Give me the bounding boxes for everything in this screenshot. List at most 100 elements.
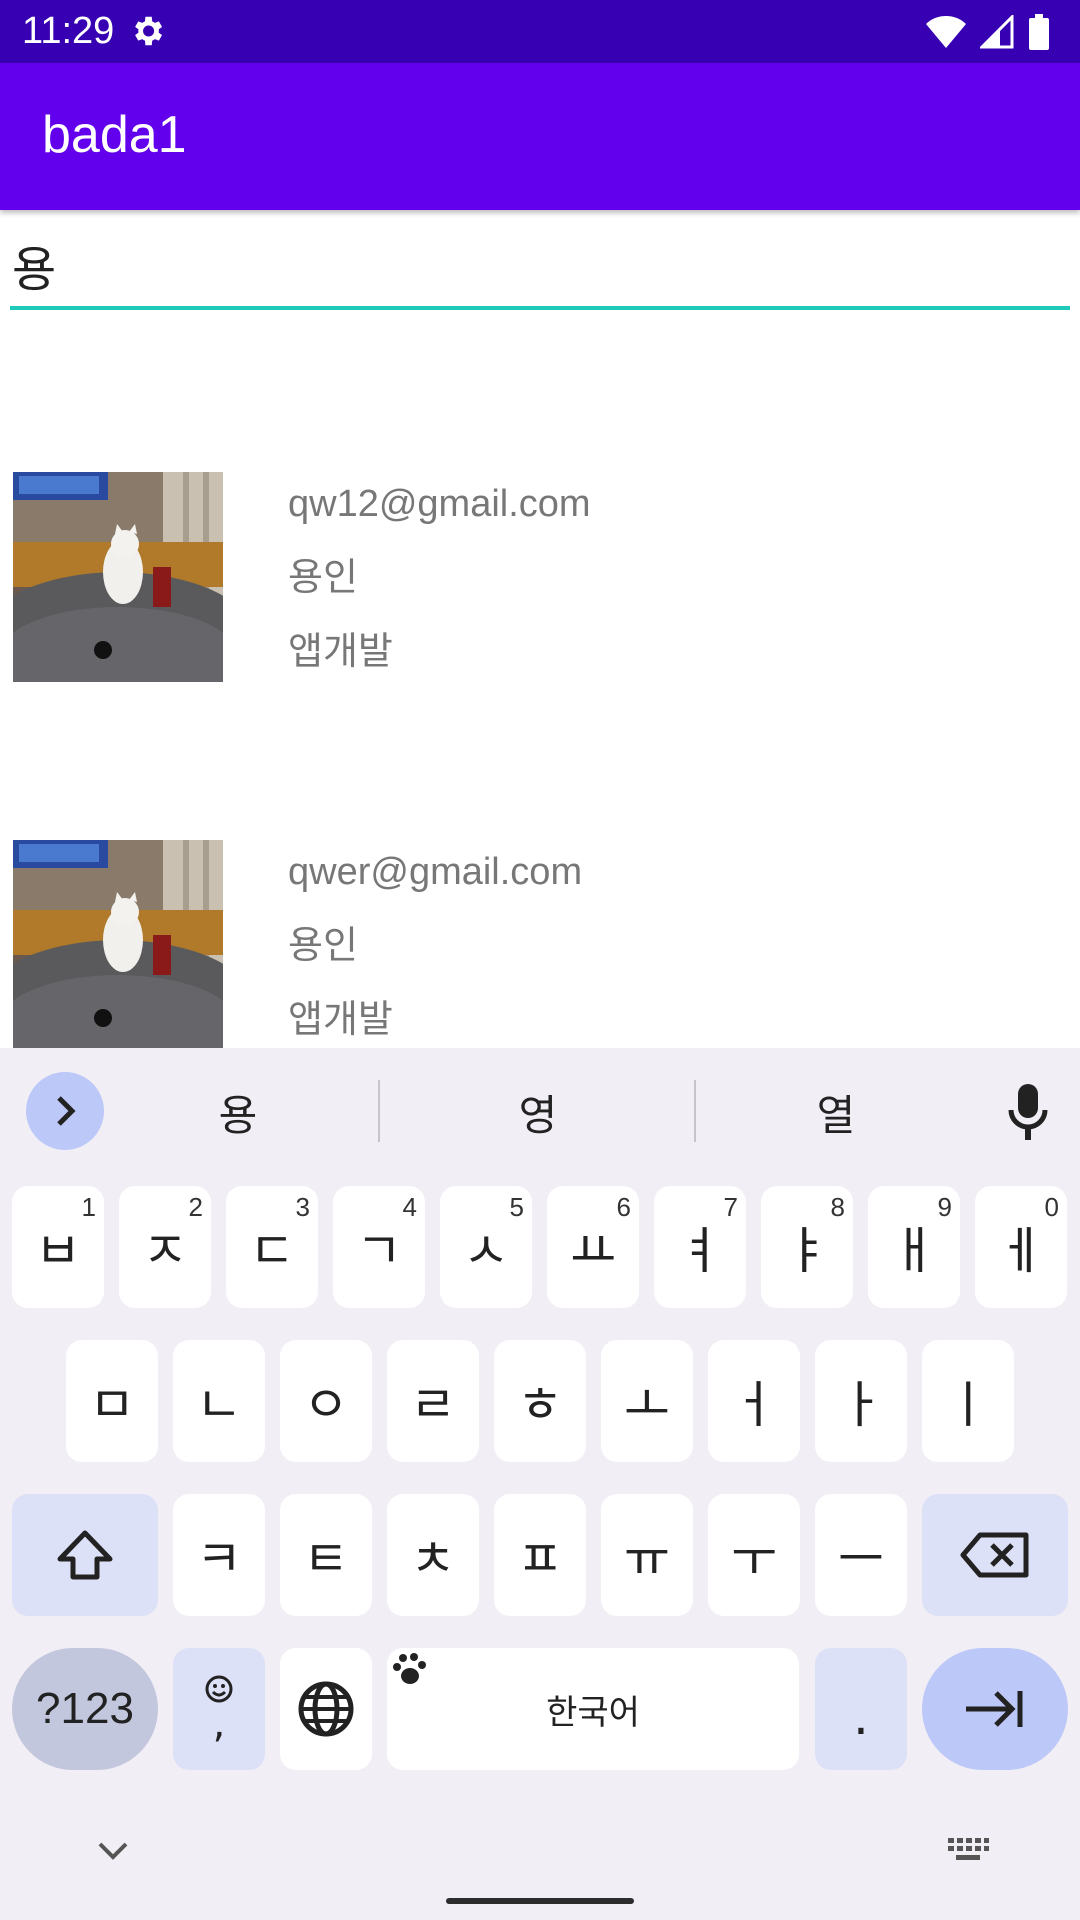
key-label: ㅛ bbox=[570, 1222, 616, 1280]
key[interactable]: ㄱ4 bbox=[333, 1186, 425, 1308]
key-number-hint: 0 bbox=[1044, 1192, 1059, 1222]
key[interactable]: ㅡ bbox=[815, 1494, 907, 1616]
key[interactable]: ㅓ bbox=[708, 1340, 800, 1462]
key-label: ㅐ bbox=[891, 1222, 937, 1280]
key-number-hint: 1 bbox=[81, 1192, 96, 1222]
cellular-signal-icon bbox=[980, 15, 1014, 49]
key[interactable]: ㅅ5 bbox=[440, 1186, 532, 1308]
period-key[interactable]: . bbox=[815, 1648, 907, 1770]
tab-arrow-icon bbox=[966, 1691, 1023, 1727]
list-item[interactable]: qw12@gmail.com 용인 앱개발 bbox=[0, 420, 1080, 720]
key-number-hint: 9 bbox=[937, 1192, 952, 1222]
status-bar: 11:29 bbox=[0, 0, 1080, 63]
hide-keyboard-chevron-icon[interactable] bbox=[96, 1840, 130, 1862]
key-label: ㄷ bbox=[249, 1222, 295, 1280]
key[interactable]: ㅔ0 bbox=[975, 1186, 1067, 1308]
key[interactable]: ㅋ bbox=[173, 1494, 265, 1616]
key-number-hint: 3 bbox=[295, 1192, 310, 1222]
key[interactable]: ㅑ8 bbox=[761, 1186, 853, 1308]
search-field[interactable] bbox=[10, 232, 1072, 310]
key[interactable]: ㅜ bbox=[708, 1494, 800, 1616]
suggestion-divider bbox=[378, 1080, 380, 1142]
keyboard-switch-icon[interactable] bbox=[946, 1836, 990, 1866]
cat-photo-thumbnail bbox=[13, 840, 223, 1048]
list-item[interactable]: qwer@gmail.com 용인 앱개발 bbox=[0, 788, 1080, 1048]
key-label: ㅑ bbox=[784, 1222, 830, 1280]
key[interactable]: ㅗ bbox=[601, 1340, 693, 1462]
key[interactable]: ㅣ bbox=[922, 1340, 1014, 1462]
key-number-hint: 7 bbox=[723, 1192, 738, 1222]
home-indicator[interactable] bbox=[446, 1898, 634, 1904]
key[interactable]: ㄴ bbox=[173, 1340, 265, 1462]
key-label: ㅔ bbox=[998, 1222, 1044, 1280]
key[interactable]: ㅍ bbox=[494, 1494, 586, 1616]
status-time: 11:29 bbox=[22, 10, 115, 52]
language-switch-key[interactable] bbox=[280, 1648, 372, 1770]
item-text: qw12@gmail.com 용인 앱개발 bbox=[288, 478, 591, 700]
item-email: qw12@gmail.com bbox=[288, 483, 591, 525]
key[interactable]: ㄷ3 bbox=[226, 1186, 318, 1308]
app-bar: bada1 bbox=[0, 63, 1080, 210]
suggestion-2[interactable]: 영 bbox=[418, 1082, 658, 1143]
item-email: qwer@gmail.com bbox=[288, 851, 583, 893]
keyboard-bottom-bar bbox=[0, 1820, 1080, 1920]
shift-key[interactable] bbox=[12, 1494, 158, 1616]
microphone-icon[interactable] bbox=[1008, 1084, 1048, 1140]
item-text: qwer@gmail.com 용인 앱개발 bbox=[288, 846, 582, 1048]
paw-icon bbox=[393, 1653, 426, 1684]
key[interactable]: ㅠ bbox=[601, 1494, 693, 1616]
enter-next-key[interactable] bbox=[922, 1648, 1068, 1770]
space-label: 한국어 bbox=[546, 1692, 640, 1733]
key-number-hint: 6 bbox=[616, 1192, 631, 1222]
key-label: ㄱ bbox=[356, 1222, 402, 1280]
comma-label: , bbox=[212, 1701, 226, 1747]
key-label: ㅂ bbox=[35, 1222, 81, 1280]
key[interactable]: ㅇ bbox=[280, 1340, 372, 1462]
status-icons bbox=[926, 12, 1050, 52]
chevron-right-icon bbox=[57, 1096, 76, 1126]
suggestion-bar: 용 영 열 bbox=[0, 1048, 1080, 1170]
item-name: 용인 bbox=[288, 557, 358, 599]
key-number-hint: 8 bbox=[830, 1192, 845, 1222]
key[interactable]: ㄹ bbox=[387, 1340, 479, 1462]
battery-icon bbox=[1029, 14, 1049, 50]
item-job: 앱개발 bbox=[288, 999, 393, 1041]
suggestion-divider bbox=[694, 1080, 696, 1142]
key[interactable]: ㅎ bbox=[494, 1340, 586, 1462]
suggestion-1[interactable]: 용 bbox=[118, 1082, 358, 1143]
wifi-icon bbox=[926, 16, 966, 48]
key-number-hint: 5 bbox=[509, 1192, 524, 1222]
key[interactable]: ㅏ bbox=[815, 1340, 907, 1462]
key[interactable]: ㅌ bbox=[280, 1494, 372, 1616]
key-label: ㅕ bbox=[677, 1222, 723, 1280]
expand-toolbar-button[interactable] bbox=[26, 1072, 104, 1150]
suggestion-3[interactable]: 열 bbox=[716, 1082, 956, 1143]
key-number-hint: 4 bbox=[402, 1192, 417, 1222]
item-name: 용인 bbox=[288, 925, 358, 967]
backspace-key[interactable] bbox=[922, 1494, 1068, 1616]
key[interactable]: ㅂ1 bbox=[12, 1186, 104, 1308]
key[interactable]: ㅊ bbox=[387, 1494, 479, 1616]
backspace-icon bbox=[960, 1532, 1029, 1578]
soft-keyboard: 용 영 열 ㅂ1 ㅈ2 ㄷ3 ㄱ4 ㅅ5 ㅛ6 ㅕ7 ㅑ8 ㅐ9 ㅔ0 ㅁ ㄴ … bbox=[0, 1048, 1080, 1920]
key[interactable]: ㅐ9 bbox=[868, 1186, 960, 1308]
key-number-hint: 2 bbox=[188, 1192, 203, 1222]
key-label: ㅈ bbox=[142, 1222, 188, 1280]
space-key[interactable]: 한국어 bbox=[387, 1648, 799, 1770]
key-label: ㅅ bbox=[463, 1222, 509, 1280]
app-title: bada1 bbox=[42, 106, 187, 164]
emoji-comma-key[interactable]: , bbox=[173, 1648, 265, 1770]
settings-gear-icon bbox=[135, 16, 163, 46]
item-job: 앱개발 bbox=[288, 631, 393, 673]
shift-arrow-icon bbox=[57, 1530, 113, 1580]
symbols-key[interactable]: ?123 bbox=[12, 1648, 158, 1770]
emoji-icon bbox=[205, 1675, 233, 1703]
key[interactable]: ㅈ2 bbox=[119, 1186, 211, 1308]
key[interactable]: ㅛ6 bbox=[547, 1186, 639, 1308]
search-input[interactable] bbox=[10, 232, 1072, 298]
key[interactable]: ㅕ7 bbox=[654, 1186, 746, 1308]
key[interactable]: ㅁ bbox=[66, 1340, 158, 1462]
results-list[interactable]: qw12@gmail.com 용인 앱개발 qwer@gmail.com 용인 bbox=[0, 420, 1080, 1048]
cat-photo-thumbnail bbox=[13, 472, 223, 682]
search-underline bbox=[10, 306, 1070, 310]
